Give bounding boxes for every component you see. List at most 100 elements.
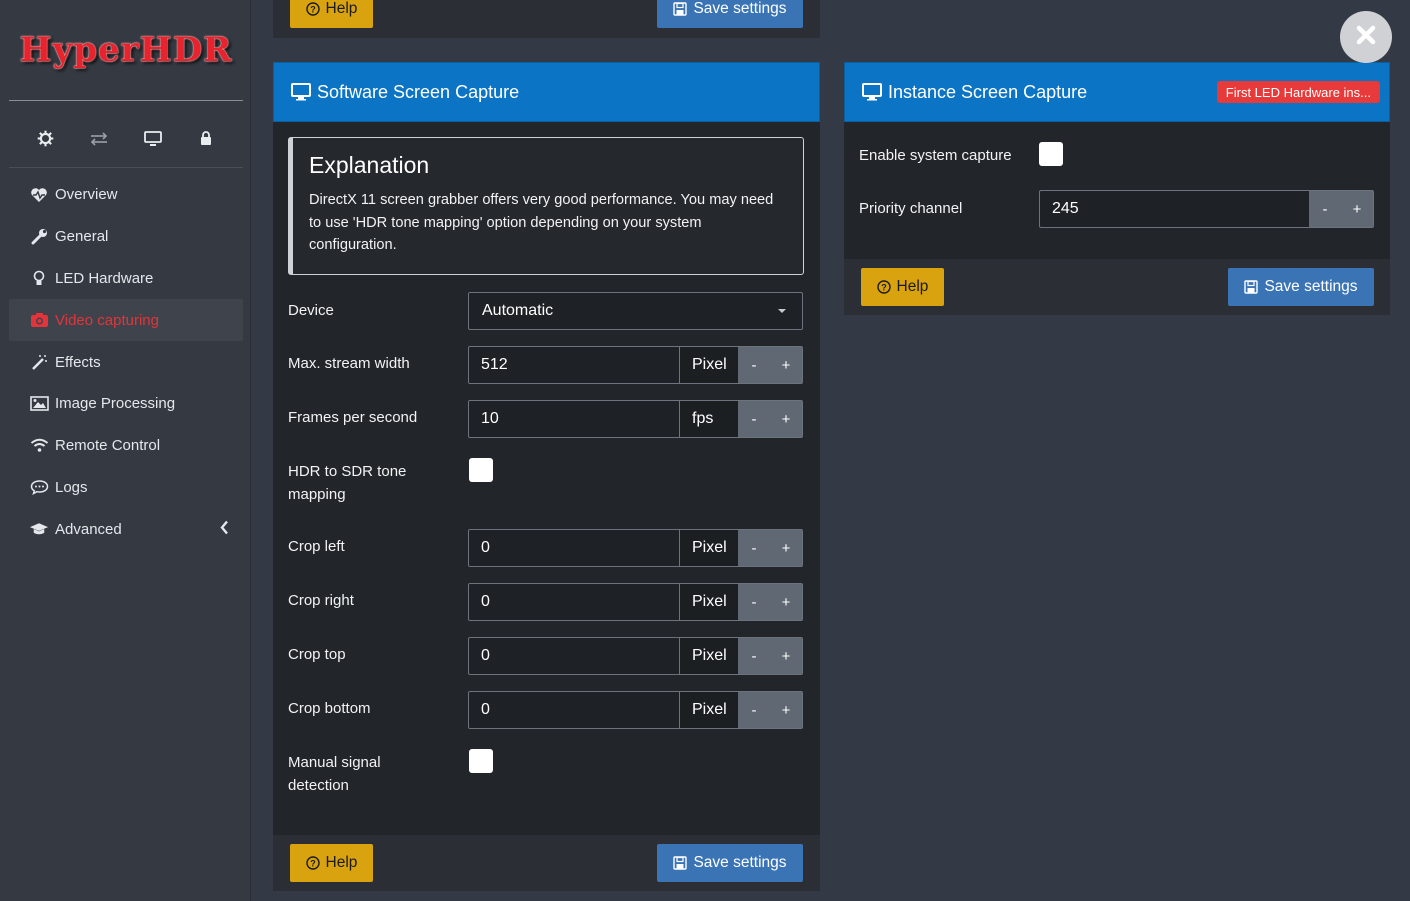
- help-label: Help: [325, 0, 358, 17]
- manual-signal-detection-checkbox[interactable]: [469, 749, 493, 773]
- panel-title: Instance Screen Capture: [888, 81, 1088, 102]
- logo-text: HyperHDR: [19, 30, 233, 70]
- sidebar-item-overview[interactable]: Overview: [9, 174, 243, 216]
- unit-label: Pixel: [679, 692, 738, 728]
- stepper: - +: [1309, 191, 1373, 227]
- sidebar-nav: Overview General LED Hardware Video capt…: [9, 174, 243, 550]
- stepper: - +: [738, 638, 802, 674]
- crop-right-input[interactable]: 0: [469, 584, 679, 620]
- unit-label: Pixel: [679, 638, 738, 674]
- crop-right-label: Crop right: [288, 592, 354, 609]
- sidebar-item-general[interactable]: General: [9, 216, 243, 258]
- decrement-button[interactable]: -: [738, 584, 770, 620]
- increment-button[interactable]: +: [770, 638, 802, 674]
- panel-header: Software Screen Capture: [273, 62, 820, 122]
- panel-title: Software Screen Capture: [317, 81, 520, 102]
- sidebar-item-label: Remote Control: [55, 437, 161, 455]
- stepper: - +: [738, 530, 802, 566]
- gear-icon[interactable]: [26, 119, 66, 159]
- save-label: Save settings: [693, 854, 787, 871]
- increment-button[interactable]: +: [770, 692, 802, 728]
- image-icon: [29, 394, 49, 414]
- help-label: Help: [896, 278, 929, 295]
- lock-icon[interactable]: [186, 119, 226, 159]
- crop-top-input[interactable]: 0: [469, 638, 679, 674]
- fps-input[interactable]: 10: [469, 401, 679, 437]
- monitor-icon: [291, 82, 313, 102]
- sidebar-item-label: General: [55, 228, 109, 246]
- save-settings-button[interactable]: Save settings: [1228, 268, 1374, 306]
- svg-text:?: ?: [310, 859, 316, 869]
- sidebar-item-video-capturing[interactable]: Video capturing: [9, 299, 243, 342]
- increment-button[interactable]: +: [770, 347, 802, 383]
- monitor-icon: [862, 82, 884, 102]
- increment-button[interactable]: +: [770, 584, 802, 620]
- app-logo[interactable]: HyperHDR: [9, 0, 243, 101]
- help-button[interactable]: ? Help: [290, 844, 373, 882]
- sidebar-item-led-hardware[interactable]: LED Hardware: [9, 258, 243, 300]
- fps-field: 10 fps - +: [468, 400, 803, 438]
- sidebar-item-label: Video capturing: [55, 311, 159, 329]
- crop-bottom-input[interactable]: 0: [469, 692, 679, 728]
- sidebar-item-image-processing[interactable]: Image Processing: [9, 383, 243, 425]
- explanation-heading: Explanation: [309, 152, 430, 178]
- instance-screen-capture-panel: Instance Screen Capture First LED Hardwa…: [844, 62, 1390, 315]
- sidebar-item-logs[interactable]: Logs: [9, 467, 243, 509]
- max-stream-width-field: 512 Pixel - +: [468, 346, 803, 384]
- help-label: Help: [325, 854, 358, 871]
- crop-left-input[interactable]: 0: [469, 530, 679, 566]
- question-circle-icon: ?: [305, 2, 320, 16]
- bulb-icon: [29, 268, 49, 288]
- sidebar-item-label: Logs: [55, 478, 88, 496]
- increment-button[interactable]: +: [1341, 191, 1373, 227]
- crop-left-label: Crop left: [288, 538, 345, 555]
- enable-system-capture-checkbox[interactable]: [1039, 142, 1063, 166]
- instance-badge: First LED Hardware ins...: [1216, 81, 1380, 103]
- sidebar-item-effects[interactable]: Effects: [9, 341, 243, 383]
- svg-text:?: ?: [310, 5, 316, 15]
- sidebar-item-remote-control[interactable]: Remote Control: [9, 425, 243, 467]
- crop-top-label: Crop top: [288, 646, 346, 663]
- floppy-disk-icon: [673, 856, 688, 870]
- decrement-button[interactable]: -: [738, 692, 770, 728]
- stepper: - +: [738, 692, 802, 728]
- help-button[interactable]: ? Help: [861, 268, 944, 306]
- close-button[interactable]: [1340, 11, 1392, 63]
- sidebar-item-advanced[interactable]: Advanced: [9, 508, 243, 550]
- priority-channel-input[interactable]: 245: [1040, 191, 1309, 227]
- monitor-icon[interactable]: [133, 119, 173, 159]
- svg-text:?: ?: [881, 283, 887, 293]
- decrement-button[interactable]: -: [738, 401, 770, 437]
- stepper: - +: [738, 401, 802, 437]
- save-settings-button[interactable]: Save settings: [657, 844, 803, 882]
- priority-channel-field: 245 - +: [1039, 190, 1374, 228]
- decrement-button[interactable]: -: [738, 530, 770, 566]
- enable-system-capture-label: Enable system capture: [859, 147, 1012, 164]
- stepper: - +: [738, 347, 802, 383]
- explanation-text: DirectX 11 screen grabber offers very go…: [309, 192, 774, 253]
- wrench-icon: [29, 227, 49, 247]
- decrement-button[interactable]: -: [1309, 191, 1341, 227]
- sidebar: HyperHDR Overview General LED Hardware V…: [0, 0, 251, 901]
- wifi-icon: [29, 436, 49, 456]
- max-stream-width-input[interactable]: 512: [469, 347, 679, 383]
- save-settings-button[interactable]: Save settings: [657, 0, 803, 28]
- increment-button[interactable]: +: [770, 401, 802, 437]
- unit-label: Pixel: [679, 347, 738, 383]
- camera-icon: [29, 310, 49, 330]
- help-button[interactable]: ? Help: [290, 0, 373, 28]
- decrement-button[interactable]: -: [738, 347, 770, 383]
- previous-panel-footer: ? Help Save settings: [273, 0, 820, 38]
- crop-top-field: 0 Pixel - +: [468, 637, 803, 675]
- device-label: Device: [288, 302, 334, 319]
- sidebar-item-label: Advanced: [55, 520, 122, 538]
- transfer-icon[interactable]: [79, 119, 119, 159]
- unit-label: Pixel: [679, 530, 738, 566]
- hdr-tone-mapping-checkbox[interactable]: [469, 458, 493, 482]
- decrement-button[interactable]: -: [738, 638, 770, 674]
- increment-button[interactable]: +: [770, 530, 802, 566]
- device-select[interactable]: Automatic: [468, 292, 803, 330]
- software-screen-capture-panel: Software Screen Capture Explanation Dire…: [273, 62, 820, 891]
- chevron-left-icon[interactable]: [220, 519, 229, 540]
- unit-label: fps: [679, 401, 738, 437]
